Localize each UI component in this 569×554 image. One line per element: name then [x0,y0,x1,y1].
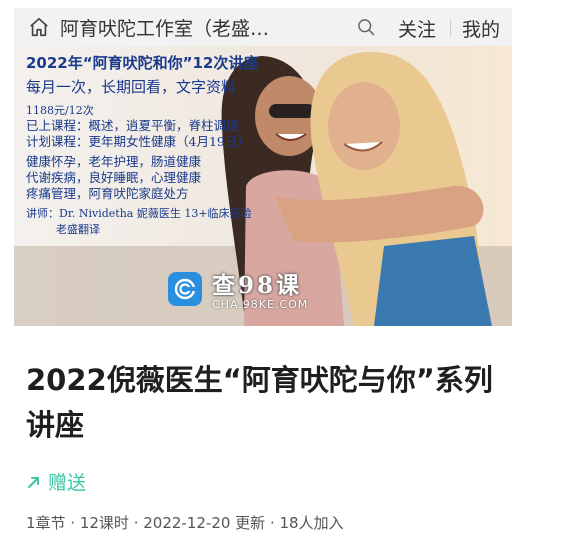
course-banner[interactable]: 2022年“阿育吠陀和你”12次讲座 每月一次，长期回看，文字资料 1188元/… [14,46,512,326]
follow-button[interactable]: 关注 [398,15,436,42]
banner-translator: 老盛翻译 [56,223,100,236]
course-meta: 1章节 · 12课时 · 2022-12-20 更新 · 18人加入 [26,514,344,532]
search-icon[interactable] [356,17,376,37]
home-icon[interactable] [28,16,50,38]
banner-subline: 每月一次，长期回看，文字资料 [26,78,237,96]
course-title: 2022倪薇医生“阿育吠陀与你”系列讲座 [26,363,493,442]
banner-headline: 2022年“阿育吠陀和你”12次讲座 [26,54,259,72]
top-bar: 阿育吠陀工作室（老盛… 关注 我的 [14,8,512,46]
gift-button[interactable]: 赠送 [26,468,86,495]
banner-text: 2022年“阿育吠陀和你”12次讲座 每月一次，长期回看，文字资料 1188元/… [26,52,258,238]
banner-topics-1: 健康怀孕，老年护理，肠道健康 [26,154,202,169]
watermark-text: 查98课 [212,272,303,299]
arrow-up-right-icon [28,476,39,488]
banner-done-courses: 已上课程：概述，逍夏平衡，脊柱调理 [26,118,239,133]
brand-logo-icon [168,271,202,306]
banner-lecturer: 讲师：Dr. Nividetha 妮薇医生 13+临床经验 [26,207,252,220]
watermark-url: CHA.98KE.COM [212,298,309,311]
gift-label: 赠送 [48,472,87,494]
watermark: 查98课 CHA.98KE.COM [168,266,308,311]
banner-topics-2: 代谢疾病，良好睡眠，心理健康 [26,170,202,185]
banner-plan-courses: 计划课程：更年期女性健康（4月19日） [26,134,250,149]
banner-price: 1188元/12次 [26,104,94,117]
divider [450,19,451,37]
page-title[interactable]: 阿育吠陀工作室（老盛… [60,14,282,41]
mine-button[interactable]: 我的 [462,15,500,42]
banner-topics-3: 疼痛管理，阿育吠陀家庭处方 [26,186,189,201]
